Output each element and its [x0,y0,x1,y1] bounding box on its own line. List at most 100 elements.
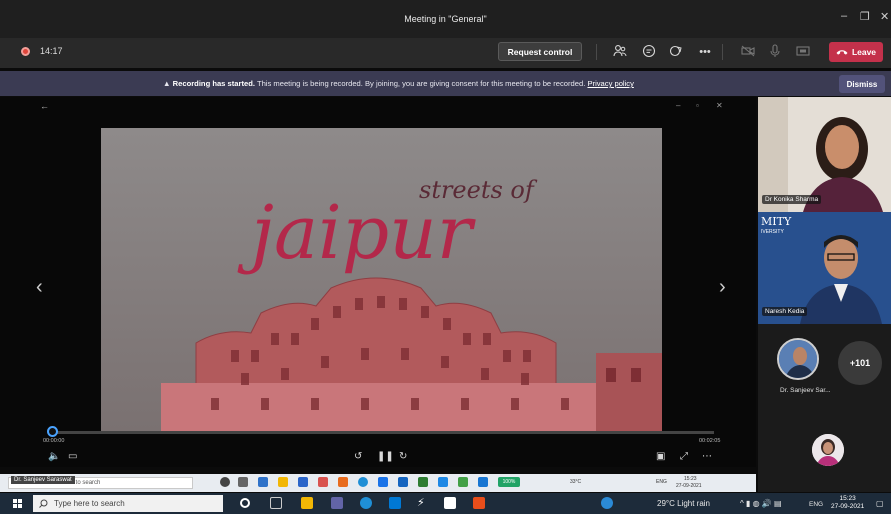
app-icon [298,477,308,487]
request-control-button[interactable]: Request control [498,42,582,61]
taskbar-search-placeholder: Type here to search [54,499,125,508]
window-title: Meeting in "General" [404,14,487,24]
video-time-end: 00:02:05 [699,438,721,444]
banner-text: This meeting is being recorded. By joini… [256,79,586,88]
presenter-name-chip: Dr. Sanjeev Saraswat [11,476,75,484]
amazon-icon[interactable] [444,497,456,509]
back-arrow-icon[interactable]: ← [40,101,49,111]
reactions-icon[interactable] [668,44,684,60]
app-icon [258,477,268,487]
app-icon[interactable] [601,497,613,509]
avatar[interactable] [812,434,844,466]
weather-indicator[interactable]: 29°C Light rain [657,499,710,508]
app-icon [378,477,388,487]
system-tray-icons[interactable]: ^ ▮ ◍ 🔊 ▤ [740,499,782,508]
app-icon [318,477,328,487]
toolbar-divider [596,44,597,60]
video-progress-knob[interactable] [47,426,58,437]
task-view-icon[interactable] [270,497,282,509]
meeting-timer: 14:17 [40,46,63,56]
taskbar-clock[interactable]: 15:23 27-09-2021 [831,495,864,511]
toolbar-divider [722,44,723,60]
share-tray-icon[interactable] [795,44,811,60]
taskbar-search-input[interactable]: Type here to search [33,495,223,512]
recording-indicator-icon [21,47,30,56]
banner-text: MITY [761,215,792,228]
recording-banner: ▲ Recording has started. This meeting is… [0,71,891,96]
banner-heading: Recording has started. [172,79,255,88]
jaipur-slide-art: streets of jaipur [101,128,662,431]
battery-badge: 100% [498,477,520,487]
file-explorer-icon[interactable] [301,497,313,509]
banner-subtext: IVERSITY [761,229,784,235]
fullscreen-icon[interactable]: ⤢ [680,451,688,462]
next-arrow-icon[interactable]: › [719,276,726,299]
windows-start-icon[interactable] [13,499,23,509]
edge-icon [358,477,368,487]
video-time-start: 00:00:00 [43,438,65,444]
miniplayer-icon[interactable]: ▣ [656,451,665,462]
search-icon [39,499,48,508]
camera-off-icon[interactable] [740,44,756,60]
previous-arrow-icon[interactable]: ‹ [36,276,43,299]
shared-lang: ENG [656,479,667,485]
meeting-toolbar [0,38,891,68]
participant-name: Naresh Kedia [762,307,808,316]
edge-icon[interactable] [360,497,372,509]
mic-icon[interactable] [767,44,783,60]
minimize-icon[interactable]: – [676,101,680,110]
pause-icon[interactable]: ❚❚ [377,451,394,462]
participant-tile[interactable]: MITY IVERSITY Naresh Kedia [758,212,891,324]
participant-name: Dr. Sanjeev Sar... [780,387,831,394]
teams-icon[interactable] [331,497,343,509]
maximize-icon[interactable]: ❐ [860,10,870,23]
maximize-icon[interactable]: ▫ [696,101,699,110]
taskbar-time: 15:23 [839,495,856,502]
chat-icon[interactable] [641,44,657,60]
app-icon [438,477,448,487]
shared-weather: 33°C [570,479,582,485]
notification-icon[interactable]: ▢ [876,499,884,508]
video-more-icon[interactable]: ⋯ [702,451,712,462]
participant-name: Dr Konika Sharma [762,195,822,204]
presentation-slide: streets of jaipur [101,128,662,431]
participants-icon[interactable] [612,44,628,60]
privacy-policy-link[interactable]: Privacy policy [587,79,633,88]
overflow-participants-count[interactable]: +101 [838,341,882,385]
app-icon[interactable]: ⚡ [417,497,429,509]
title-bar: Meeting in "General" – ❐ ✕ [0,0,891,38]
folder-icon [278,477,288,487]
taskbar-date: 27-09-2021 [831,503,865,510]
rewind-icon[interactable]: ↺ [354,451,362,462]
video-progress-track[interactable] [51,431,714,434]
volume-icon[interactable]: 🔈 [48,451,60,462]
participant-avatar-image [812,434,844,466]
banner-message: ▲ Recording has started. This meeting is… [163,79,634,88]
cortana-icon[interactable] [240,498,250,508]
slide-script-large: jaipur [237,190,477,276]
phone-hangup-icon [836,50,848,55]
shared-time: 15:23 [684,476,697,482]
app-icon[interactable] [473,497,485,509]
leave-button[interactable]: Leave [829,42,883,62]
warning-icon: ▲ [163,79,171,88]
teams-meeting-window: Meeting in "General" – ❐ ✕ 14:17 Request… [0,0,891,514]
task-view-icon [238,477,248,487]
close-icon[interactable]: ✕ [880,10,889,23]
captions-icon[interactable]: ▭ [68,451,77,462]
mail-icon[interactable] [389,497,401,509]
dismiss-button[interactable]: Dismiss [839,75,885,93]
app-icon [398,477,408,487]
close-icon[interactable]: ✕ [716,101,723,110]
avatar[interactable] [777,338,819,380]
more-icon[interactable]: ••• [697,44,713,60]
app-icon [338,477,348,487]
cortana-icon [220,477,230,487]
minimize-icon[interactable]: – [841,10,847,22]
taskbar-lang[interactable]: ENG [809,501,823,508]
participant-tile[interactable]: Dr Konika Sharma [758,97,891,212]
app-icon [478,477,488,487]
leave-label: Leave [851,47,877,57]
app-icon [418,477,428,487]
forward-icon[interactable]: ↻ [399,451,407,462]
